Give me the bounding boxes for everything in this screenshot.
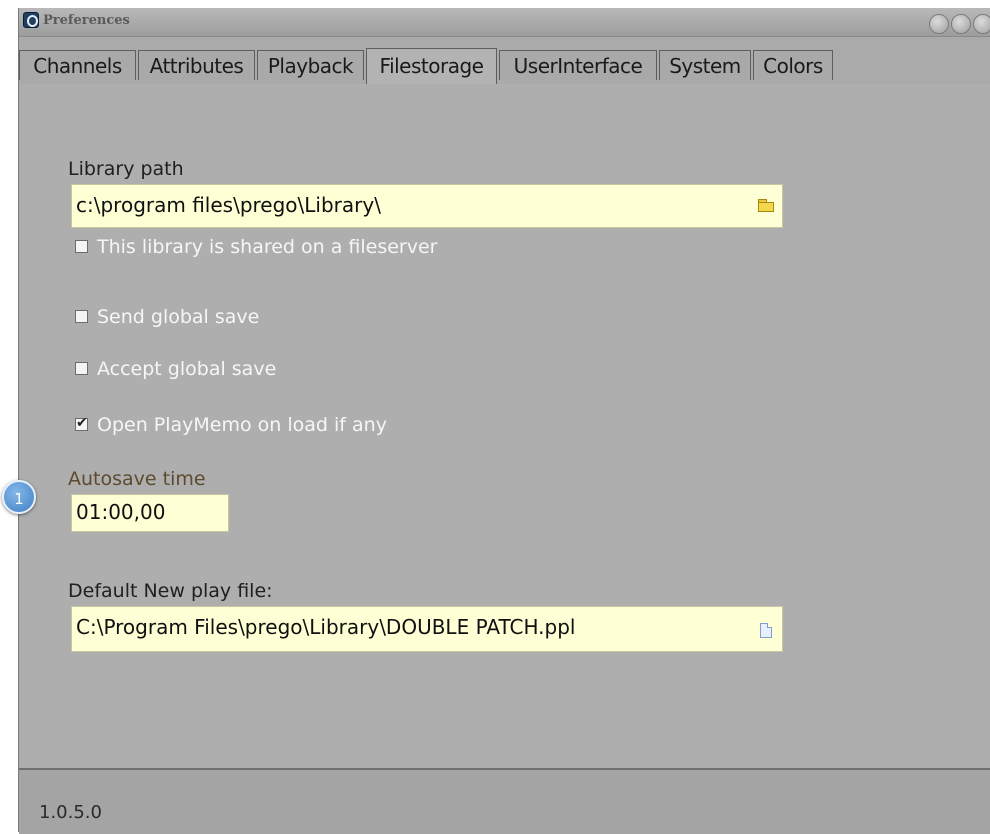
- shared-checkbox-label: This library is shared on a fileserver: [97, 236, 438, 258]
- callout-badge: 1: [2, 480, 36, 514]
- tab-colors[interactable]: Colors: [753, 50, 833, 80]
- autosave-field[interactable]: 01:00,00: [71, 494, 229, 532]
- library-path-field[interactable]: c:\program files\prego\Library\: [71, 184, 783, 228]
- library-path-label: Library path: [68, 158, 184, 180]
- title-bar[interactable]: Preferences: [19, 8, 990, 37]
- accept-global-save-label: Accept global save: [97, 358, 277, 380]
- tab-bar: Channels Attributes Playback Filestorage…: [19, 48, 990, 84]
- filestorage-panel: Library path c:\program files\prego\Libr…: [20, 84, 990, 768]
- send-global-save-checkbox[interactable]: [75, 310, 88, 323]
- tab-playback[interactable]: Playback: [257, 50, 364, 80]
- window-title: Preferences: [43, 13, 130, 28]
- folder-icon[interactable]: [758, 199, 774, 212]
- close-icon[interactable]: [973, 14, 990, 34]
- default-play-field[interactable]: C:\Program Files\prego\Library\DOUBLE PA…: [71, 606, 783, 652]
- tab-attributes[interactable]: Attributes: [138, 50, 255, 80]
- send-global-save-label: Send global save: [97, 306, 260, 328]
- preferences-window: Preferences Channels Attributes Playback…: [18, 8, 990, 834]
- accept-global-save-checkbox[interactable]: [75, 362, 88, 375]
- tab-channels[interactable]: Channels: [19, 50, 136, 80]
- open-playmemo-label: Open PlayMemo on load if any: [97, 414, 387, 436]
- status-bar: 1.0.5.0: [19, 768, 990, 834]
- default-play-value: C:\Program Files\prego\Library\DOUBLE PA…: [76, 615, 576, 639]
- app-logo-icon: [23, 12, 39, 28]
- checkmark-icon: ✔: [76, 415, 88, 431]
- version-label: 1.0.5.0: [39, 802, 102, 823]
- library-path-value: c:\program files\prego\Library\: [76, 193, 381, 217]
- minimize-icon[interactable]: [929, 14, 949, 34]
- autosave-label: Autosave time: [68, 468, 206, 490]
- default-play-label: Default New play file:: [68, 580, 273, 602]
- tab-filestorage[interactable]: Filestorage: [366, 48, 497, 84]
- shared-checkbox[interactable]: [75, 240, 88, 253]
- maximize-icon[interactable]: [951, 14, 971, 34]
- tab-system[interactable]: System: [659, 50, 751, 80]
- tab-userinterface[interactable]: UserInterface: [499, 50, 657, 80]
- open-playmemo-checkbox[interactable]: ✔: [75, 415, 88, 431]
- document-icon[interactable]: [760, 623, 772, 638]
